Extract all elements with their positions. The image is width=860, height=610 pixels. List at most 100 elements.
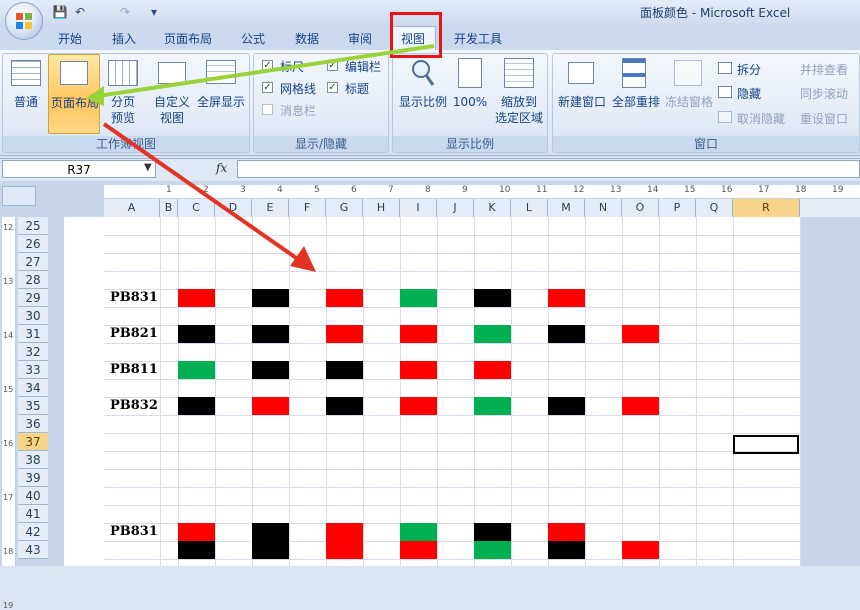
color-cell-red[interactable] xyxy=(326,289,363,307)
color-cell-green[interactable] xyxy=(178,361,215,379)
column-header-d[interactable]: D xyxy=(215,199,252,217)
hide-button[interactable]: 隐藏 xyxy=(737,85,761,102)
column-header-h[interactable]: H xyxy=(363,199,400,217)
undo-icon[interactable]: ↶ xyxy=(72,4,88,20)
column-header-i[interactable]: I xyxy=(400,199,437,217)
gridlines-checkbox[interactable]: ✓ xyxy=(262,82,273,93)
column-header-j[interactable]: J xyxy=(437,199,474,217)
fx-icon[interactable]: fx xyxy=(216,161,227,175)
name-box[interactable]: R37 xyxy=(2,160,156,178)
color-cell-green[interactable] xyxy=(400,289,437,307)
color-cell-black[interactable] xyxy=(178,397,215,415)
cell-label[interactable]: PB821 xyxy=(110,326,158,341)
color-cell-red[interactable] xyxy=(178,289,215,307)
row-header-41[interactable]: 41 xyxy=(18,505,48,523)
row-header-26[interactable]: 26 xyxy=(18,235,48,253)
split-button[interactable]: 拆分 xyxy=(737,61,761,78)
formula-bar-checkbox[interactable]: ✓ xyxy=(327,60,338,71)
tab-page-layout[interactable]: 页面布局 xyxy=(164,30,212,46)
qat-customize-icon[interactable]: ▾ xyxy=(146,4,162,20)
tab-formulas[interactable]: 公式 xyxy=(241,30,265,46)
color-cell-red[interactable] xyxy=(400,541,437,559)
color-cell-red[interactable] xyxy=(178,523,215,541)
unhide-button[interactable]: 取消隐藏 xyxy=(737,110,785,127)
color-cell-red[interactable] xyxy=(622,397,659,415)
color-cell-red[interactable] xyxy=(622,325,659,343)
color-cell-black[interactable] xyxy=(474,523,511,541)
cell-label[interactable]: PB831 xyxy=(110,524,158,539)
color-cell-black[interactable] xyxy=(548,325,585,343)
row-header-32[interactable]: 32 xyxy=(18,343,48,361)
row-header-35[interactable]: 35 xyxy=(18,397,48,415)
new-window-button[interactable]: 新建窗口 xyxy=(556,56,608,112)
tab-home[interactable]: 开始 xyxy=(58,30,82,46)
tab-insert[interactable]: 插入 xyxy=(112,30,136,46)
custom-views-button[interactable]: 自定义 视图 xyxy=(150,56,194,128)
redo-icon[interactable]: ↷ xyxy=(110,4,140,20)
color-cell-black[interactable] xyxy=(252,289,289,307)
row-header-31[interactable]: 31 xyxy=(18,325,48,343)
color-cell-green[interactable] xyxy=(474,541,511,559)
color-cell-black[interactable] xyxy=(326,361,363,379)
page-break-preview-button[interactable]: 分页 预览 xyxy=(102,56,144,128)
row-header-38[interactable]: 38 xyxy=(18,451,48,469)
formula-input[interactable] xyxy=(237,160,860,178)
row-header-27[interactable]: 27 xyxy=(18,253,48,271)
side-by-side-button[interactable]: 并排查看 xyxy=(800,61,848,78)
column-header-q[interactable]: Q xyxy=(696,199,733,217)
zoom-button[interactable]: 显示比例 xyxy=(396,56,450,112)
color-cell-black[interactable] xyxy=(252,325,289,343)
color-cell-red[interactable] xyxy=(400,325,437,343)
row-header-29[interactable]: 29 xyxy=(18,289,48,307)
color-cell-red[interactable] xyxy=(326,541,363,559)
headings-checkbox[interactable]: ✓ xyxy=(327,82,338,93)
color-cell-red[interactable] xyxy=(326,325,363,343)
name-box-dropdown-icon[interactable]: ▼ xyxy=(144,162,152,173)
column-header-e[interactable]: E xyxy=(252,199,289,217)
row-header-39[interactable]: 39 xyxy=(18,469,48,487)
row-header-30[interactable]: 30 xyxy=(18,307,48,325)
freeze-panes-button[interactable]: 冻结窗格 xyxy=(664,56,714,126)
color-cell-red[interactable] xyxy=(252,397,289,415)
zoom-to-selection-button[interactable]: 缩放到 选定区域 xyxy=(492,56,546,128)
arrange-all-button[interactable]: 全部重排 xyxy=(610,56,662,112)
row-header-40[interactable]: 40 xyxy=(18,487,48,505)
column-header-n[interactable]: N xyxy=(585,199,622,217)
row-header-37[interactable]: 37 xyxy=(18,433,48,451)
column-header-a[interactable]: A xyxy=(104,199,160,217)
column-header-c[interactable]: C xyxy=(178,199,215,217)
color-cell-black[interactable] xyxy=(252,523,289,541)
tab-data[interactable]: 数据 xyxy=(295,30,319,46)
tab-review[interactable]: 审阅 xyxy=(348,30,372,46)
row-header-33[interactable]: 33 xyxy=(18,361,48,379)
zoom-100-button[interactable]: 100% xyxy=(452,56,488,112)
column-header-m[interactable]: M xyxy=(548,199,585,217)
color-cell-green[interactable] xyxy=(474,397,511,415)
color-cell-black[interactable] xyxy=(178,325,215,343)
select-all-corner[interactable] xyxy=(2,186,36,206)
color-cell-black[interactable] xyxy=(178,541,215,559)
color-cell-red[interactable] xyxy=(548,289,585,307)
row-header-28[interactable]: 28 xyxy=(18,271,48,289)
color-cell-black[interactable] xyxy=(252,361,289,379)
color-cell-black[interactable] xyxy=(474,289,511,307)
color-cell-red[interactable] xyxy=(400,397,437,415)
message-bar-checkbox[interactable] xyxy=(262,104,273,115)
color-cell-red[interactable] xyxy=(474,361,511,379)
color-cell-black[interactable] xyxy=(326,397,363,415)
normal-view-button[interactable]: 普通 xyxy=(6,56,46,128)
column-header-l[interactable]: L xyxy=(511,199,548,217)
sync-scroll-button[interactable]: 同步滚动 xyxy=(800,85,848,102)
page-layout-view-button[interactable]: 页面布局 xyxy=(48,54,100,134)
color-cell-red[interactable] xyxy=(326,523,363,541)
row-header-42[interactable]: 42 xyxy=(18,523,48,541)
fullscreen-button[interactable]: 全屏显示 xyxy=(196,56,246,112)
color-cell-black[interactable] xyxy=(548,541,585,559)
column-header-r[interactable]: R xyxy=(733,199,800,217)
column-header-p[interactable]: P xyxy=(659,199,696,217)
tab-developer[interactable]: 开发工具 xyxy=(454,30,502,46)
cell-label[interactable]: PB811 xyxy=(110,362,158,377)
row-header-36[interactable]: 36 xyxy=(18,415,48,433)
row-header-25[interactable]: 25 xyxy=(18,217,48,235)
column-header-b[interactable]: B xyxy=(160,199,178,217)
